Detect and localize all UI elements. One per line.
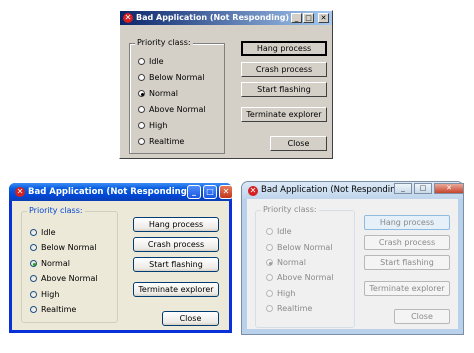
priority-class-label: Priority class: xyxy=(135,38,193,47)
radio-circle[interactable] xyxy=(30,260,37,267)
maximize-button[interactable]: □ xyxy=(203,185,217,199)
radio-circle[interactable] xyxy=(138,74,145,81)
radio-circle[interactable] xyxy=(138,138,145,145)
window-title: Bad Application (Not Responding) xyxy=(28,187,191,197)
close-button[interactable]: Close xyxy=(270,136,327,151)
close-button[interactable]: Close xyxy=(394,309,450,324)
radio-circle[interactable] xyxy=(266,228,273,235)
radio-selected-dot xyxy=(33,263,36,266)
radio-circle[interactable] xyxy=(138,122,145,129)
radio-circle[interactable] xyxy=(30,229,37,236)
minimize-button[interactable]: _ xyxy=(394,183,412,194)
hang-process-button[interactable]: Hang process xyxy=(364,215,450,230)
vista-window: ✕ Bad Application (Not Responding) _ □ ✕… xyxy=(242,182,464,334)
radio-circle[interactable] xyxy=(30,244,37,251)
maximize-button[interactable]: □ xyxy=(303,13,314,23)
radio-circle[interactable] xyxy=(138,106,145,113)
maximize-button[interactable]: □ xyxy=(414,183,432,194)
window-title: Bad Application (Not Responding) xyxy=(136,13,290,22)
start-flashing-button[interactable]: Start flashing xyxy=(241,82,327,97)
priority-class-label: Priority class: xyxy=(27,206,85,215)
xp-window: ✕ Bad Application (Not Responding) _ □ ✕… xyxy=(9,183,233,333)
crash-process-button[interactable]: Crash process xyxy=(133,237,219,252)
radio-circle[interactable] xyxy=(30,275,37,282)
radio-circle[interactable] xyxy=(138,58,145,65)
priority-class-group: Priority class: Idle Below Normal Normal… xyxy=(255,205,355,328)
radio-circle[interactable] xyxy=(138,90,145,97)
terminate-explorer-button[interactable]: Terminate explorer xyxy=(241,107,327,122)
classic-window: ✕ Bad Application (Not Responding) _ □ ✕… xyxy=(119,10,333,159)
close-button[interactable]: Close xyxy=(162,311,219,326)
minimize-button[interactable]: _ xyxy=(187,185,201,199)
radio-selected-dot xyxy=(269,262,272,265)
radio-circle[interactable] xyxy=(266,305,273,312)
close-window-button[interactable]: ✕ xyxy=(318,13,329,23)
crash-process-button[interactable]: Crash process xyxy=(241,62,327,77)
radio-circle[interactable] xyxy=(266,274,273,281)
title-bar[interactable]: ✕ Bad Application (Not Responding) _ □ ✕ xyxy=(242,182,464,199)
close-window-button[interactable]: ✕ xyxy=(219,185,233,199)
minimize-button[interactable]: _ xyxy=(291,13,302,23)
terminate-explorer-button[interactable]: Terminate explorer xyxy=(364,281,450,296)
title-bar[interactable]: ✕ Bad Application (Not Responding) _ □ ✕ xyxy=(120,11,332,25)
priority-class-group: Priority class: Idle Below Normal Normal… xyxy=(21,206,118,323)
window-title: Bad Application (Not Responding) xyxy=(261,185,405,195)
radio-circle[interactable] xyxy=(266,259,273,266)
error-icon: ✕ xyxy=(248,186,258,196)
terminate-explorer-button[interactable]: Terminate explorer xyxy=(133,282,219,297)
priority-class-label: Priority class: xyxy=(261,205,319,214)
error-icon: ✕ xyxy=(123,13,133,23)
radio-circle[interactable] xyxy=(30,306,37,313)
radio-circle[interactable] xyxy=(266,244,273,251)
error-icon: ✕ xyxy=(15,187,25,197)
hang-process-button[interactable]: Hang process xyxy=(241,41,327,56)
title-bar[interactable]: ✕ Bad Application (Not Responding) _ □ ✕ xyxy=(9,183,233,201)
radio-selected-dot xyxy=(141,93,144,96)
start-flashing-button[interactable]: Start flashing xyxy=(364,255,450,270)
start-flashing-button[interactable]: Start flashing xyxy=(133,257,219,272)
radio-circle[interactable] xyxy=(30,291,37,298)
close-window-button[interactable]: ✕ xyxy=(434,183,464,194)
crash-process-button[interactable]: Crash process xyxy=(364,235,450,250)
hang-process-button[interactable]: Hang process xyxy=(133,217,219,232)
priority-class-group: Priority class: Idle Below Normal Normal… xyxy=(129,38,225,154)
radio-circle[interactable] xyxy=(266,290,273,297)
